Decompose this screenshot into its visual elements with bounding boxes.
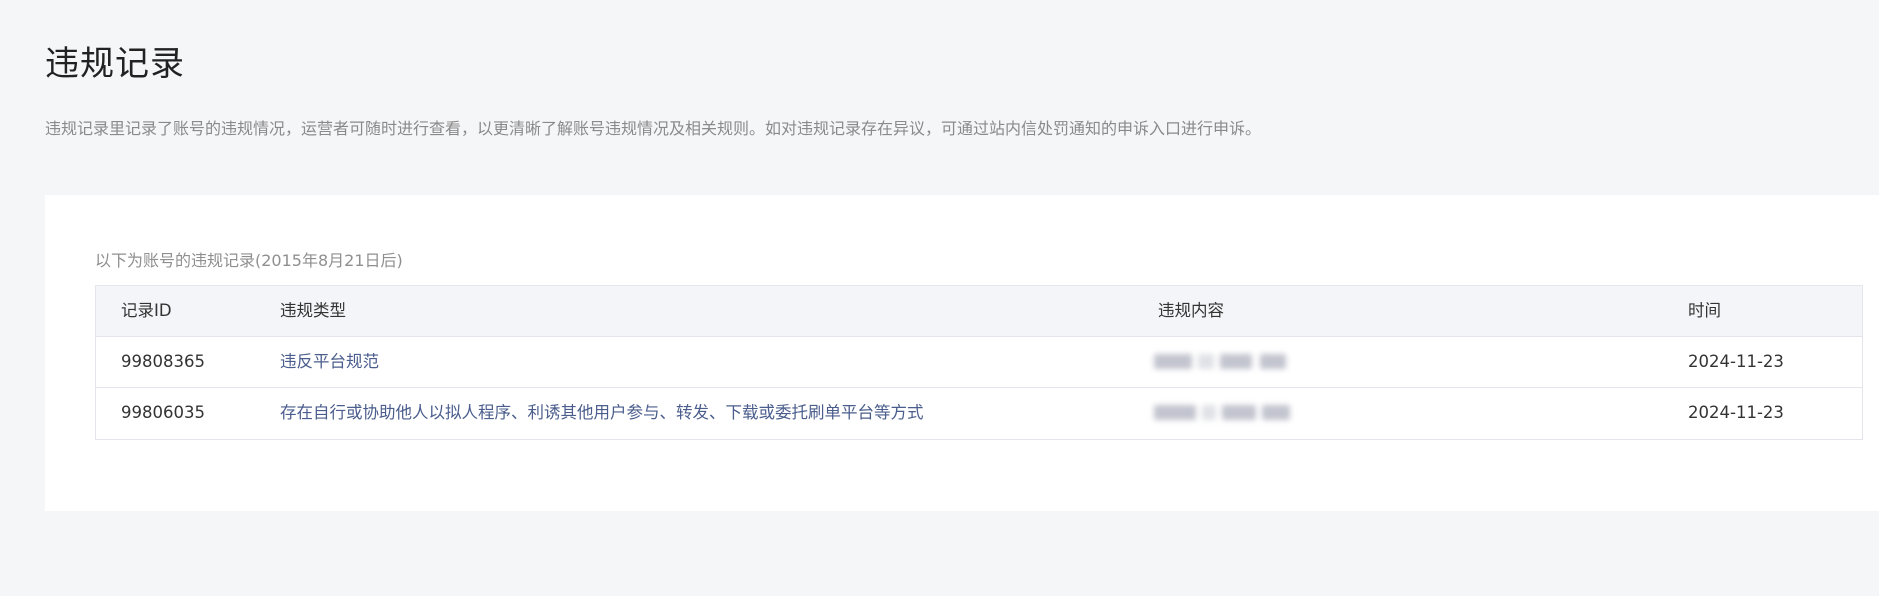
record-id: 99808365 [121,352,205,371]
violation-type-link[interactable]: 违反平台规范 [280,337,379,387]
column-header-time: 时间 [1688,301,1721,320]
page-description: 违规记录里记录了账号的违规情况，运营者可随时进行查看，以更清晰了解账号违规情况及… [45,119,1262,138]
column-header-id: 记录ID [121,301,172,320]
violation-records-table: 记录ID 违规类型 违规内容 时间 99808365 违反平台规范 2024-1… [95,285,1863,440]
table-header-row: 记录ID 违规类型 违规内容 时间 [96,286,1862,337]
redacted-content-blur [1154,402,1324,424]
table-row: 99808365 违反平台规范 2024-11-23 [96,337,1862,388]
column-header-content: 违规内容 [1158,301,1224,320]
table-row: 99806035 存在自行或协助他人以拟人程序、利诱其他用户参与、转发、下载或委… [96,388,1862,439]
page-title: 违规记录 [45,44,185,84]
record-time: 2024-11-23 [1688,352,1784,371]
record-id: 99806035 [121,403,205,422]
column-header-type: 违规类型 [280,301,346,320]
redacted-content-blur [1154,351,1324,373]
record-time: 2024-11-23 [1688,403,1784,422]
violation-type-link[interactable]: 存在自行或协助他人以拟人程序、利诱其他用户参与、转发、下载或委托刷单平台等方式 [280,388,924,438]
records-caption: 以下为账号的违规记录(2015年8月21日后) [95,251,403,270]
records-card: 以下为账号的违规记录(2015年8月21日后) 记录ID 违规类型 违规内容 时… [45,195,1879,511]
